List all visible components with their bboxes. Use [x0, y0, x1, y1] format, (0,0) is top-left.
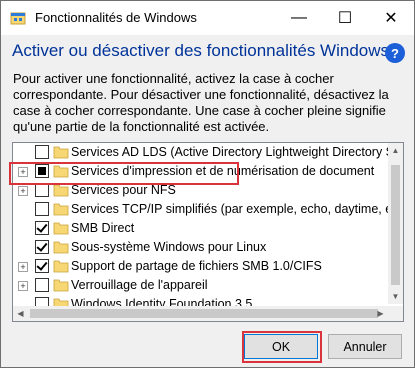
vertical-scroll-thumb[interactable]	[391, 165, 400, 285]
dialog-window: Fonctionnalités de Windows — ☐ ✕ Activer…	[0, 0, 415, 368]
scroll-right-icon[interactable]: ▶	[373, 306, 388, 321]
minimize-button[interactable]: —	[276, 1, 322, 35]
feature-checkbox[interactable]	[35, 202, 49, 216]
folder-icon	[53, 241, 69, 254]
scroll-left-icon[interactable]: ◀	[13, 306, 28, 321]
feature-checkbox[interactable]	[35, 259, 49, 273]
scrollbar-corner	[388, 306, 403, 321]
title-bar: Fonctionnalités de Windows — ☐ ✕	[1, 1, 414, 35]
feature-label: Services TCP/IP simplifiés (par exemple,…	[71, 202, 404, 216]
feature-item[interactable]: Services TCP/IP simplifiés (par exemple,…	[13, 200, 403, 219]
feature-label: Support de partage de fichiers SMB 1.0/C…	[71, 259, 322, 273]
close-button[interactable]: ✕	[368, 1, 414, 35]
feature-label: Sous-système Windows pour Linux	[71, 240, 267, 254]
folder-icon	[53, 222, 69, 235]
feature-checkbox[interactable]	[35, 183, 49, 197]
expand-icon[interactable]: +	[18, 262, 28, 272]
folder-icon	[53, 279, 69, 292]
feature-label: SMB Direct	[71, 221, 135, 235]
feature-item[interactable]: + Verrouillage de l'appareil	[13, 276, 388, 295]
feature-checkbox[interactable]	[35, 278, 49, 292]
feature-checkbox[interactable]	[35, 145, 49, 159]
folder-icon	[53, 260, 69, 273]
feature-item[interactable]: SMB Direct	[13, 219, 388, 238]
dialog-content: Activer ou désactiver des fonctionnalité…	[1, 35, 414, 367]
feature-item[interactable]: Services AD LDS (Active Directory Lightw…	[13, 143, 403, 162]
feature-item[interactable]: Sous-système Windows pour Linux	[13, 238, 388, 257]
dialog-heading: Activer ou désactiver des fonctionnalité…	[12, 41, 390, 60]
ok-button[interactable]: OK	[244, 334, 318, 359]
maximize-button[interactable]: ☐	[322, 1, 368, 35]
expand-icon[interactable]: +	[18, 186, 28, 196]
scroll-down-icon[interactable]: ▼	[388, 289, 403, 304]
expand-icon[interactable]: +	[18, 281, 28, 291]
description-text: Pour activer une fonctionnalité, activez…	[13, 71, 389, 134]
feature-label: Verrouillage de l'appareil	[71, 278, 208, 292]
highlight-box-wsl	[9, 162, 239, 185]
window-title: Fonctionnalités de Windows	[35, 10, 197, 25]
feature-label: Services pour NFS	[71, 183, 176, 197]
horizontal-scrollbar[interactable]: ◀ ▶	[13, 306, 388, 321]
feature-item[interactable]: + Support de partage de fichiers SMB 1.0/…	[13, 257, 388, 276]
scroll-up-icon[interactable]: ▲	[388, 143, 403, 158]
help-icon[interactable]: ?	[385, 43, 405, 63]
feature-label: Services AD LDS (Active Directory Lightw…	[71, 145, 404, 159]
vertical-scrollbar[interactable]: ▲ ▼	[388, 143, 403, 304]
folder-icon	[53, 203, 69, 216]
folder-icon	[53, 146, 69, 159]
cancel-button[interactable]: Annuler	[328, 334, 402, 359]
horizontal-scroll-thumb[interactable]	[30, 309, 378, 318]
feature-checkbox[interactable]	[35, 240, 49, 254]
feature-checkbox[interactable]	[35, 221, 49, 235]
windows-features-icon	[10, 12, 26, 25]
